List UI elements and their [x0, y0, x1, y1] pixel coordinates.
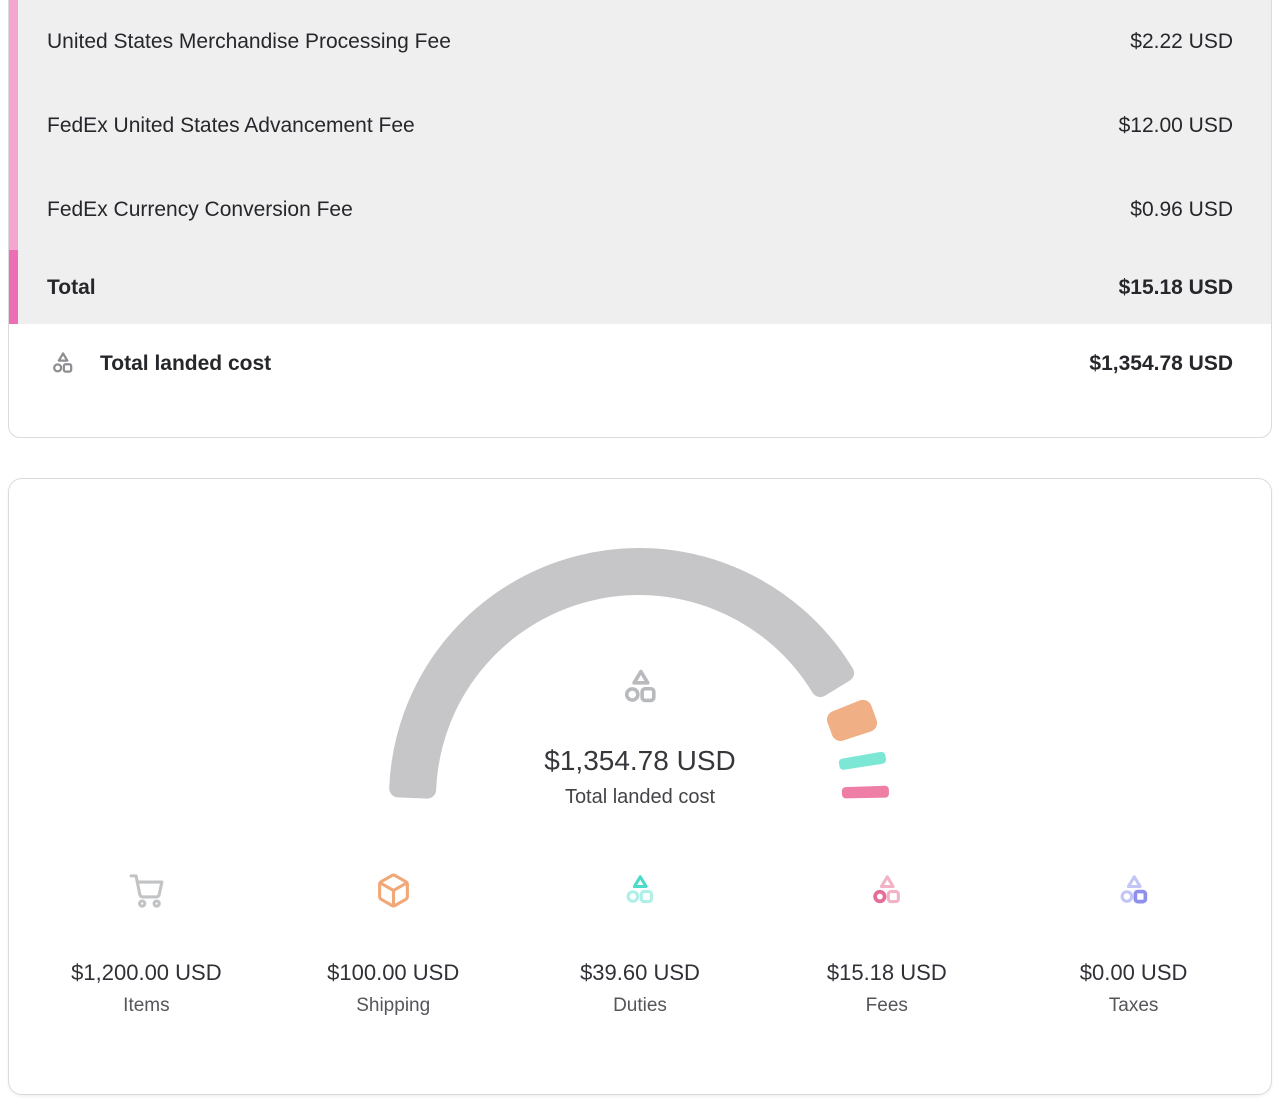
stat-shipping: $100.00 USD Shipping	[270, 871, 517, 1018]
fees-table: United States Merchandise Processing Fee…	[9, 0, 1271, 324]
package-icon	[375, 871, 412, 909]
stat-value: $1,200.00 USD	[71, 959, 221, 987]
accent-bar	[9, 0, 18, 324]
shapes-square-accent-icon	[1115, 871, 1152, 909]
stat-label: Taxes	[1109, 994, 1159, 1018]
fee-row: FedEx United States Advancement Fee $12.…	[9, 84, 1271, 168]
stat-value: $100.00 USD	[327, 959, 459, 987]
accent-bar-bright	[9, 250, 18, 324]
fee-row: United States Merchandise Processing Fee…	[9, 0, 1271, 84]
landed-cost-summary-card: $1,354.78 USD Total landed cost $1,200.0…	[8, 478, 1272, 1095]
fees-breakdown-card: United States Merchandise Processing Fee…	[8, 0, 1272, 438]
stat-duties: $39.60 USD Duties	[517, 871, 764, 1018]
stat-value: $15.18 USD	[827, 959, 947, 987]
stat-value: $0.00 USD	[1080, 959, 1188, 987]
cart-icon	[128, 871, 165, 909]
fee-value: $2.22 USD	[1130, 30, 1233, 54]
total-landed-cost-value: $1,354.78 USD	[1089, 352, 1233, 376]
stat-taxes: $0.00 USD Taxes	[1010, 871, 1257, 1018]
accent-bar-light	[9, 0, 18, 250]
stat-label: Items	[123, 994, 169, 1018]
shapes-logo-icon	[49, 350, 76, 377]
gauge-center-label: Total landed cost	[9, 785, 1271, 809]
fee-row: FedEx Currency Conversion Fee $0.96 USD	[9, 168, 1271, 252]
stat-label: Duties	[613, 994, 667, 1018]
stat-value: $39.60 USD	[580, 959, 700, 987]
gauge-center-value: $1,354.78 USD	[9, 745, 1271, 777]
fee-label: FedEx Currency Conversion Fee	[47, 198, 353, 222]
stat-items: $1,200.00 USD Items	[23, 871, 270, 1018]
total-landed-cost-label: Total landed cost	[100, 352, 271, 376]
fee-value: $0.96 USD	[1130, 198, 1233, 222]
total-landed-cost-row: Total landed cost $1,354.78 USD	[9, 324, 1271, 377]
shapes-circle-accent-icon	[868, 871, 905, 909]
fee-label: United States Merchandise Processing Fee	[47, 30, 451, 54]
cost-stats-row: $1,200.00 USD Items $100.00 USD Shipping	[23, 871, 1257, 1018]
stat-label: Fees	[866, 994, 908, 1018]
fees-total-value: $15.18 USD	[1119, 276, 1233, 300]
shapes-triangle-accent-icon	[621, 871, 658, 909]
gauge-segment-shipping	[836, 709, 868, 732]
fee-value: $12.00 USD	[1119, 114, 1233, 138]
fees-total-label: Total	[47, 276, 96, 300]
fee-label: FedEx United States Advancement Fee	[47, 114, 415, 138]
stat-label: Shipping	[356, 994, 430, 1018]
stat-fees: $15.18 USD Fees	[763, 871, 1010, 1018]
shapes-logo-icon	[619, 666, 662, 709]
fees-total-row: Total $15.18 USD	[9, 252, 1271, 324]
